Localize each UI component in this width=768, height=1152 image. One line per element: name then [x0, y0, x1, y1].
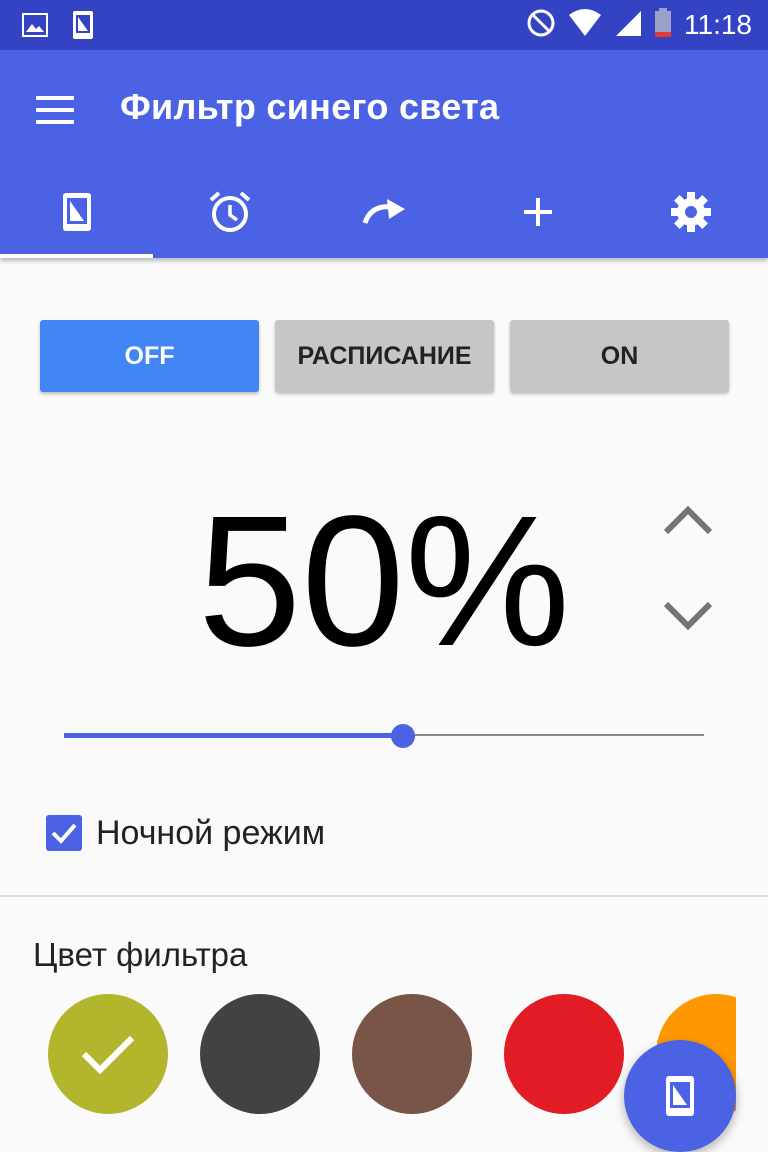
checkmark-icon: [51, 823, 77, 844]
image-icon: [22, 13, 48, 41]
color-swatch-olive[interactable]: [48, 994, 168, 1114]
status-time: 11:18: [684, 9, 752, 40]
do-not-disturb-icon: [526, 8, 556, 42]
on-button[interactable]: ON: [510, 320, 729, 392]
tab-filter[interactable]: [0, 170, 154, 258]
filter-fab-button[interactable]: [624, 1040, 736, 1152]
signal-icon: [614, 9, 642, 41]
filter-color-title: Цвет фильтра: [33, 936, 248, 973]
color-swatch-red[interactable]: [504, 994, 624, 1114]
filter-phone-icon: [666, 1076, 694, 1116]
slider-fill: [64, 733, 404, 738]
alarm-icon: [208, 191, 252, 237]
status-bar: 11:18: [0, 0, 768, 50]
menu-icon: [36, 96, 74, 100]
increase-button[interactable]: [660, 500, 716, 540]
tab-add[interactable]: [461, 170, 615, 258]
decrease-button[interactable]: [660, 596, 716, 636]
checkmark-icon: [81, 1035, 135, 1075]
wifi-icon: [568, 9, 602, 41]
intensity-value: 50%: [197, 478, 571, 685]
divider: [0, 895, 768, 897]
night-mode-toggle[interactable]: Ночной режим: [46, 810, 325, 856]
tab-redo[interactable]: [307, 170, 461, 258]
off-button[interactable]: OFF: [40, 320, 259, 392]
tab-bar: [0, 170, 768, 258]
filter-phone-icon: [62, 192, 92, 236]
slider-thumb[interactable]: [391, 724, 416, 748]
chevron-down-icon: [663, 601, 713, 631]
color-swatch-brown[interactable]: [352, 994, 472, 1114]
redo-icon: [361, 199, 407, 229]
schedule-button[interactable]: РАСПИСАНИЕ: [275, 320, 494, 392]
battery-icon: [654, 8, 672, 42]
night-mode-label: Ночной режим: [96, 813, 326, 852]
tab-settings[interactable]: [614, 170, 768, 258]
night-mode-checkbox[interactable]: [46, 815, 82, 851]
app-bar: Фильтр синего света: [0, 50, 768, 258]
tab-active-indicator: [0, 254, 153, 258]
mode-selector: OFF РАСПИСАНИЕ ON: [40, 320, 729, 392]
app-title: Фильтр синего света: [120, 86, 500, 127]
color-swatch-dark-gray[interactable]: [200, 994, 320, 1114]
chevron-up-icon: [663, 505, 713, 535]
tab-schedule[interactable]: [154, 170, 308, 258]
plus-icon: [523, 197, 553, 231]
menu-button[interactable]: [30, 90, 82, 130]
intensity-slider[interactable]: [64, 722, 704, 750]
filter-phone-icon: [72, 10, 94, 44]
gear-icon: [670, 191, 712, 237]
